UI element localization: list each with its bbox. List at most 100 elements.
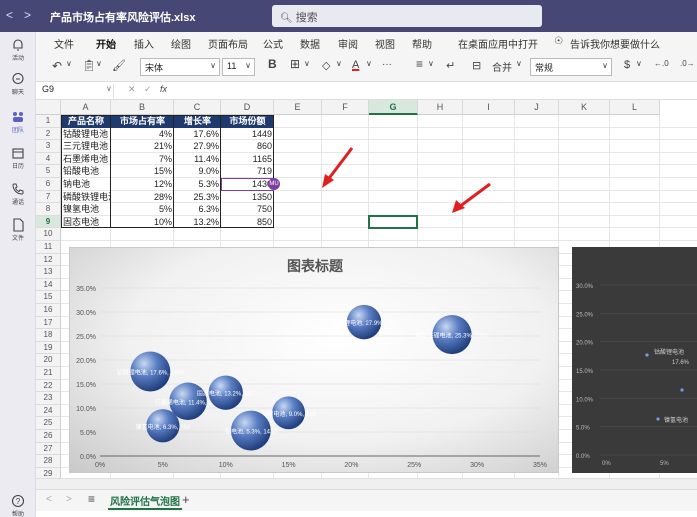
merge-button[interactable]: 合并 (492, 59, 512, 74)
rail-item-chat[interactable]: 聊天 (0, 72, 36, 96)
column-header[interactable]: C (174, 100, 221, 115)
fx-icon[interactable]: fx (160, 84, 167, 94)
chevron-down-icon[interactable]: ∨ (366, 59, 372, 68)
table-cell[interactable]: 13.2% (174, 216, 221, 229)
row-header[interactable]: 13 (36, 266, 61, 279)
chevron-down-icon[interactable]: ∨ (428, 59, 434, 68)
row-header[interactable]: 15 (36, 291, 61, 304)
select-all-corner[interactable] (36, 100, 61, 115)
table-cell[interactable]: 11.4% (174, 153, 221, 166)
tab-file[interactable]: 文件 (54, 36, 74, 51)
column-header[interactable]: F (322, 100, 369, 115)
sheet-menu-icon[interactable]: ≡ (88, 492, 95, 506)
font-size-select[interactable]: 11 ∨ (222, 58, 255, 76)
table-cell[interactable]: 1165 (221, 153, 274, 166)
row-header[interactable]: 3 (36, 140, 61, 153)
add-sheet-button[interactable]: + (182, 492, 190, 507)
row-header[interactable]: 18 (36, 329, 61, 342)
second-chart[interactable]: 0.0% 5.0% 10.0% 15.0% 20.0% 25.0% 30.0% 0% 5% 钴酸锂… (572, 247, 697, 473)
increase-decimal-icon[interactable]: ←.0 (654, 59, 669, 68)
tab-page-layout[interactable]: 页面布局 (208, 36, 248, 51)
table-cell[interactable]: 4% (111, 128, 174, 141)
row-header[interactable]: 17 (36, 316, 61, 330)
rail-item-calendar[interactable]: 日历 (0, 146, 36, 170)
row-header[interactable]: 28 (36, 455, 61, 468)
bubble-chart[interactable]: 图表标题 0.0% 5.0% 10.0% 15.0% 20.0% 25.0% 30.0% 35… (69, 247, 559, 473)
tab-home[interactable]: 开始 (96, 36, 116, 55)
rail-item-calls[interactable]: 通话 (0, 182, 36, 206)
table-cell[interactable]: 28% (111, 191, 174, 204)
row-header[interactable]: 10 (36, 228, 61, 241)
column-header[interactable]: J (515, 100, 559, 115)
table-cell[interactable]: 镍氢电池 (61, 203, 111, 216)
row-header[interactable]: 27 (36, 442, 61, 456)
row-header[interactable]: 5 (36, 165, 61, 178)
table-cell[interactable]: 铅酸电池 (61, 165, 111, 178)
sheet-tab-active[interactable]: 风险评估气泡图 (108, 493, 182, 510)
number-format-select[interactable]: 常规 ∨ (530, 58, 612, 76)
row-header[interactable]: 7 (36, 190, 61, 204)
row-header[interactable]: 25 (36, 417, 61, 430)
formula-input[interactable] (178, 84, 693, 98)
row-header[interactable]: 6 (36, 178, 61, 191)
table-cell[interactable]: 21% (111, 140, 174, 153)
row-header[interactable]: 2 (36, 127, 61, 141)
rail-item-help[interactable]: ? 帮助 (0, 494, 36, 517)
column-header[interactable]: H (418, 100, 463, 115)
chevron-down-icon[interactable]: ∨ (336, 59, 342, 68)
table-cell[interactable]: 17.6% (174, 128, 221, 141)
wrap-text-icon[interactable]: ↵ (446, 59, 455, 72)
chevron-down-icon[interactable]: ∨ (66, 59, 72, 68)
row-header[interactable]: 11 (36, 241, 61, 254)
table-cell[interactable]: 固态电池 (61, 216, 111, 229)
table-cell[interactable]: 10% (111, 216, 174, 229)
selected-cell[interactable] (368, 214, 418, 230)
table-header-cell[interactable]: 产品名称 (61, 115, 111, 128)
undo-icon[interactable]: ↶ (52, 59, 62, 73)
chevron-down-icon[interactable]: ∨ (636, 59, 642, 68)
decrease-decimal-icon[interactable]: .0→ (680, 59, 695, 68)
chevron-down-icon[interactable]: ∨ (106, 84, 112, 93)
table-cell[interactable]: 三元锂电池 (61, 140, 111, 153)
tab-formulas[interactable]: 公式 (263, 36, 283, 51)
row-header[interactable]: 23 (36, 392, 61, 405)
table-cell[interactable]: 860 (221, 140, 274, 153)
table-cell[interactable]: 25.3% (174, 191, 221, 204)
table-cell[interactable]: 750 (221, 203, 274, 216)
paste-icon[interactable]: 📋︎ (82, 59, 96, 72)
table-header-cell[interactable]: 市场占有率 (111, 115, 174, 128)
row-header[interactable]: 24 (36, 404, 61, 418)
chevron-down-icon[interactable]: ∨ (516, 59, 522, 68)
prev-sheet-icon[interactable]: < (46, 494, 52, 505)
table-cell[interactable]: 1449 (221, 128, 274, 141)
font-name-select[interactable]: 宋体 ∨ (140, 58, 220, 76)
table-cell[interactable]: 12% (111, 178, 174, 191)
currency-button[interactable]: $ (624, 59, 630, 71)
tab-draw[interactable]: 绘图 (171, 36, 191, 51)
column-header[interactable]: B (111, 100, 174, 115)
tab-help[interactable]: 帮助 (412, 36, 432, 51)
table-cell[interactable]: 磷酸铁锂电池 (61, 191, 111, 204)
table-cell[interactable]: 钠电池 (61, 178, 111, 191)
row-header[interactable]: 14 (36, 278, 61, 292)
table-cell[interactable]: 1350 (221, 191, 274, 204)
column-header[interactable]: E (274, 100, 322, 115)
more-button[interactable]: ··· (382, 59, 392, 70)
tab-insert[interactable]: 插入 (134, 36, 154, 51)
search-input[interactable]: 🔍︎ 搜索 (272, 5, 542, 27)
align-icon[interactable]: ≡ (416, 57, 423, 71)
table-cell[interactable]: 719 (221, 165, 274, 178)
table-cell[interactable]: 石墨烯电池 (61, 153, 111, 166)
table-cell[interactable]: 6.3% (174, 203, 221, 216)
tab-review[interactable]: 审阅 (338, 36, 358, 51)
row-header[interactable]: 22 (36, 379, 61, 393)
column-header[interactable]: I (463, 100, 515, 115)
row-header[interactable]: 29 (36, 467, 61, 478)
row-header[interactable]: 20 (36, 354, 61, 367)
table-header-cell[interactable]: 市场份额 (221, 115, 274, 128)
rail-item-teams[interactable]: 团队 (0, 110, 36, 134)
row-header[interactable]: 19 (36, 341, 61, 355)
fill-color-icon[interactable]: ◇ (322, 59, 330, 72)
rail-item-activity[interactable]: 活动 (0, 38, 36, 62)
bold-button[interactable]: B (268, 57, 277, 71)
